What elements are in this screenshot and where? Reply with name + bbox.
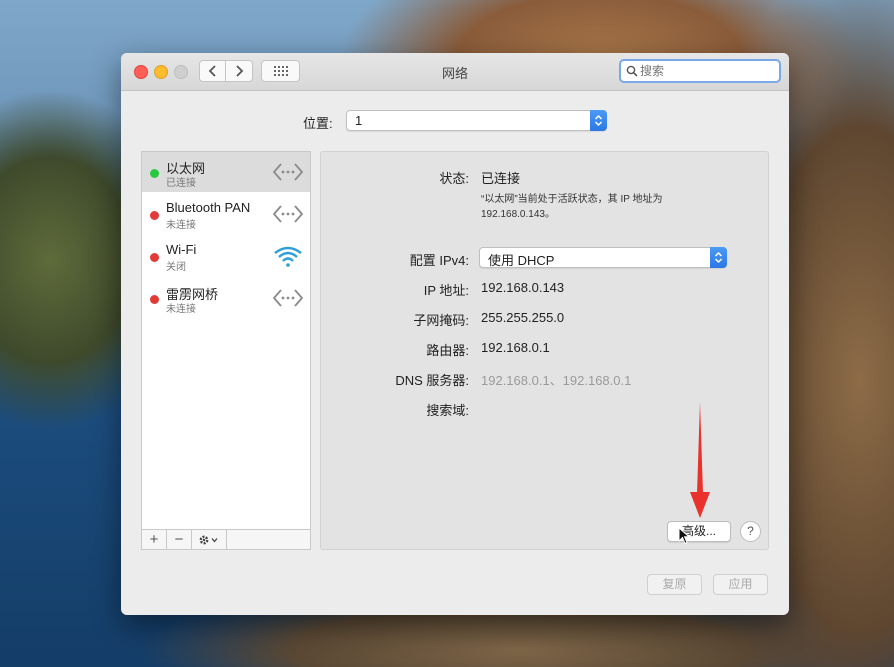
subnet-mask-value: 255.255.255.0: [481, 310, 565, 325]
wifi-icon: [274, 246, 302, 267]
mouse-pointer-icon: [678, 527, 690, 545]
service-status: 未连接: [166, 220, 196, 231]
service-item-wifi[interactable]: Wi-Fi 关闭: [142, 236, 310, 276]
status-dot-disconnected: [150, 253, 159, 262]
service-status: 已连接: [166, 178, 196, 189]
search-field[interactable]: [619, 59, 781, 83]
service-name: Wi-Fi: [166, 242, 197, 257]
remove-service-button[interactable]: −: [167, 530, 192, 549]
help-button[interactable]: ?: [740, 521, 761, 542]
status-label: 状态:: [439, 171, 469, 186]
status-description: “以太网”当前处于活跃状态，其 IP 地址为 192.168.0.143。: [481, 194, 663, 220]
status-dot-disconnected: [150, 295, 159, 304]
ethernet-icon: [272, 289, 304, 307]
updown-arrows-icon: [710, 247, 727, 268]
dns-server-label: DNS 服务器:: [395, 373, 469, 388]
status-dot-disconnected: [150, 211, 159, 220]
action-gear-icon: [199, 535, 218, 544]
configure-ipv4-value: 使用 DHCP: [488, 253, 555, 268]
ethernet-icon: [272, 205, 304, 223]
service-list: 以太网 已连接 Bluetooth PAN 未连接 Wi-Fi 关闭 雷雳网桥 …: [141, 151, 311, 530]
updown-arrows-icon: [590, 110, 607, 131]
search-input[interactable]: [638, 63, 772, 79]
location-value: 1: [355, 113, 363, 128]
revert-button[interactable]: 复原: [647, 574, 702, 595]
ip-address-value: 192.168.0.143: [481, 280, 565, 295]
service-item-ethernet[interactable]: 以太网 已连接: [142, 152, 310, 192]
status-dot-connected: [150, 169, 159, 178]
service-item-bluetooth-pan[interactable]: Bluetooth PAN 未连接: [142, 194, 310, 234]
subnet-mask-label: 子网掩码:: [413, 313, 469, 328]
annotation-arrow-icon: [690, 402, 710, 518]
router-label: 路由器:: [426, 343, 469, 358]
service-status: 未连接: [166, 304, 196, 315]
location-label: 位置:: [303, 116, 333, 131]
service-list-toolbar: + −: [141, 530, 311, 550]
search-domain-label: 搜索域:: [426, 403, 469, 418]
apply-button[interactable]: 应用: [713, 574, 768, 595]
advanced-button[interactable]: 高级...: [667, 521, 731, 542]
ethernet-icon: [272, 163, 304, 181]
status-value: 已连接: [481, 171, 521, 186]
service-item-thunderbolt-bridge[interactable]: 雷雳网桥 未连接: [142, 278, 310, 318]
service-name: Bluetooth PAN: [166, 200, 251, 215]
location-select[interactable]: 1: [346, 110, 607, 131]
router-value: 192.168.0.1: [481, 340, 550, 355]
configure-ipv4-select[interactable]: 使用 DHCP: [479, 247, 727, 268]
search-icon: [626, 65, 638, 77]
configure-ipv4-label: 配置 IPv4:: [409, 253, 469, 268]
add-service-button[interactable]: +: [142, 530, 167, 549]
service-status: 关闭: [166, 262, 186, 273]
title-bar: 网络: [121, 53, 789, 91]
ip-address-label: IP 地址:: [423, 283, 469, 298]
action-menu-button[interactable]: [192, 530, 227, 549]
dns-server-value: 192.168.0.1、192.168.0.1: [481, 373, 632, 388]
